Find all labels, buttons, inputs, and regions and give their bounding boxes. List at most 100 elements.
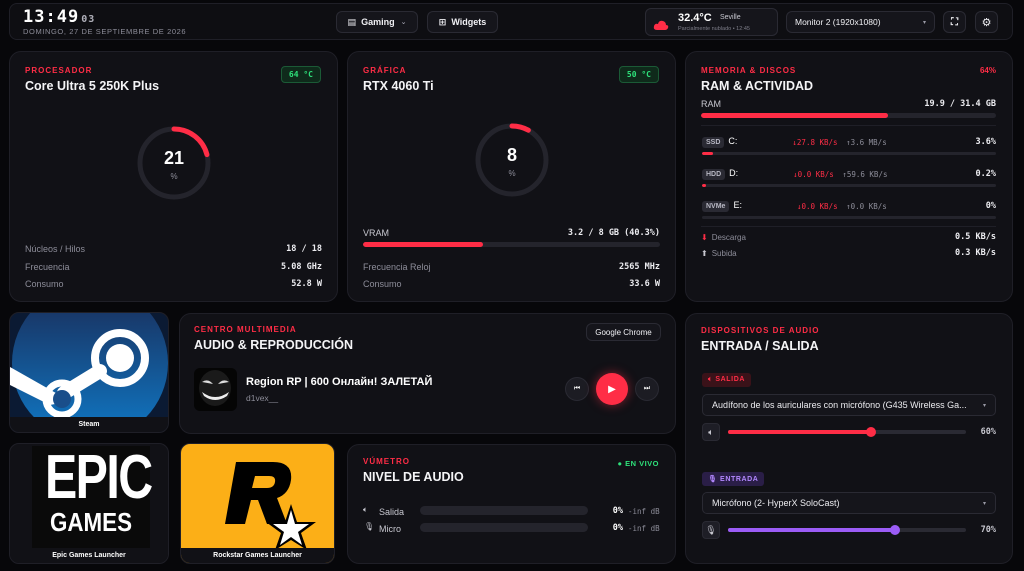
cpu-temp-badge: 64 °C	[280, 66, 321, 83]
output-meter-db: -inf dB	[628, 507, 660, 516]
cpu-card: PROCESADOR Core Ultra 5 250K Plus 64 °C …	[9, 51, 338, 302]
download-row: ⬇ Descarga 0.5 KB/s	[701, 232, 996, 242]
monitor-select-value: Monitor 2 (1920x1080)	[795, 17, 881, 27]
output-meter-label: Salida	[379, 507, 405, 517]
settings-button[interactable]: ⚙	[975, 11, 998, 33]
epic-logo-icon: EPIC GAMES	[32, 446, 153, 548]
vram-value: 3.2 / 8 GB (40.3%)	[567, 228, 660, 238]
live-label: EN VIVO	[625, 459, 659, 468]
upload-value: 0.3 KB/s	[955, 248, 996, 258]
chevron-down-icon: ⌄	[400, 19, 407, 26]
output-tag: 🔈︎ SALIDA	[702, 373, 752, 387]
speaker-icon: 🔈︎	[363, 505, 368, 514]
cpu-usage-value: 21	[163, 148, 185, 168]
mic-meter-pct: 0%	[612, 523, 623, 533]
disk-bar	[702, 216, 996, 219]
meter-title: NIVEL DE AUDIO	[363, 470, 464, 484]
disk-type-badge: HDD	[702, 169, 726, 180]
gpu-power-value: 33.6 W	[629, 279, 660, 289]
gpu-temp-badge: 50 °C	[618, 66, 659, 83]
monitor-select[interactable]: Monitor 2 (1920x1080) ▾	[786, 11, 935, 33]
steam-launcher-tile[interactable]: Steam	[9, 312, 169, 433]
memory-title: RAM & ACTIVIDAD	[701, 79, 814, 93]
input-tag: 🎙︎ ENTRADA	[702, 472, 765, 486]
ram-label: RAM	[701, 99, 721, 109]
mic-meter-label: Micro	[379, 524, 401, 534]
output-volume-value: 60%	[980, 427, 996, 437]
input-volume-fill	[728, 528, 895, 532]
vram-bar	[363, 242, 660, 247]
audio-section-label: DISPOSITIVOS DE AUDIO	[701, 326, 820, 335]
output-volume-handle	[865, 427, 876, 437]
gear-icon: ⚙	[981, 16, 992, 29]
media-title: AUDIO & REPRODUCCIÓN	[194, 338, 354, 352]
gpu-usage-unit: %	[508, 169, 516, 178]
media-source-button[interactable]: Google Chrome	[586, 323, 661, 341]
gpu-usage-value: 8	[506, 145, 517, 165]
output-meter-bar	[420, 506, 588, 515]
vram-bar-fill	[363, 242, 483, 247]
gpu-clock-value: 2565 MHz	[619, 262, 660, 272]
cpu-cores-value: 18 / 18	[286, 244, 322, 254]
media-card: CENTRO MULTIMEDIA AUDIO & REPRODUCCIÓN G…	[179, 313, 676, 434]
mic-meter-bar	[420, 523, 588, 532]
grid-icon: ⊞	[438, 16, 447, 27]
next-button[interactable]: ⏭	[635, 377, 659, 401]
fullscreen-button[interactable]: ⛶	[943, 11, 966, 33]
disk-bar	[702, 152, 996, 155]
input-mute-button[interactable]: 🎙︎	[702, 521, 720, 539]
rockstar-launcher-tile[interactable]: Rockstar Games Launcher	[180, 443, 335, 564]
profile-dropdown[interactable]: ▤ Gaming ⌄	[336, 11, 418, 33]
cpu-name: Core Ultra 5 250K Plus	[25, 79, 160, 93]
epic-label: Epic Games Launcher	[10, 548, 168, 563]
previous-button[interactable]: ⏮	[565, 377, 589, 401]
download-value: 0.5 KB/s	[955, 232, 996, 242]
chevron-down-icon: ▾	[982, 402, 986, 409]
clock-hm: 13:49	[23, 7, 80, 27]
input-volume-slider[interactable]	[728, 525, 966, 535]
audio-title: ENTRADA / SALIDA	[701, 339, 819, 353]
output-device-select[interactable]: Audífono de los auriculares con micrófon…	[702, 394, 996, 416]
cpu-freq-value: 5.08 GHz	[281, 262, 322, 272]
input-device-select[interactable]: Micrófono (2- HyperX SoloCast) ▾	[702, 492, 996, 514]
output-volume-slider[interactable]	[728, 427, 966, 437]
vram-row: VRAM 3.2 / 8 GB (40.3%)	[363, 228, 660, 238]
output-mute-button[interactable]: 🔈︎	[702, 423, 720, 441]
mic-meter-db: -inf dB	[628, 524, 660, 533]
input-device-value: Micrófono (2- HyperX SoloCast)	[712, 498, 840, 508]
cpu-cores-row: Núcleos / Hilos 18 / 18	[25, 244, 322, 254]
live-indicator: ● EN VIVO	[617, 459, 659, 468]
disk-read: ↓0.0 KB/s	[793, 169, 834, 179]
track-title: Region RP | 600 Онлайн! ЗАЛЕТАЙ	[246, 376, 433, 388]
live-dot-icon: ●	[617, 459, 623, 468]
disk-row-c: SSD C: ↓27.8 KB/s ↑3.6 MB/s 3.6%	[702, 136, 996, 160]
cpu-usage-unit: %	[170, 172, 178, 181]
vu-meter-card: VÚMETRO NIVEL DE AUDIO ● EN VIVO 🔈︎ Sali…	[347, 444, 676, 564]
input-volume-handle	[889, 525, 900, 535]
speaker-icon: 🔈︎	[708, 376, 713, 383]
download-label: Descarga	[711, 232, 746, 242]
weather-city: Seville	[720, 14, 741, 21]
input-tag-label: ENTRADA	[720, 476, 759, 483]
ram-value: 19.9 / 31.4 GB	[924, 99, 996, 109]
mic-icon: 🎙︎	[708, 476, 718, 483]
gpu-name: RTX 4060 Ti	[363, 79, 434, 93]
disk-letter: E:	[733, 200, 742, 210]
epic-launcher-tile[interactable]: EPIC GAMES Epic Games Launcher	[9, 443, 169, 564]
disk-type-badge: SSD	[702, 137, 725, 148]
track-artist: d1vex__	[246, 393, 279, 403]
date-label: DOMINGO, 27 DE SEPTIEMBRE DE 2026	[23, 27, 187, 36]
disk-row-d: HDD D: ↓0.0 KB/s ↑59.6 KB/s 0.2%	[702, 168, 996, 192]
next-icon: ⏭	[643, 385, 651, 392]
weather-desc: Parcialmente nublado • 12:45	[678, 26, 750, 32]
disk-bar	[702, 184, 996, 187]
upload-label: Subida	[711, 248, 737, 258]
clock-seconds: 03	[81, 14, 96, 25]
fullscreen-icon: ⛶	[951, 16, 958, 28]
cpu-power-row: Consumo 52.8 W	[25, 279, 322, 289]
play-button[interactable]: ▶	[596, 373, 628, 405]
cpu-section-label: PROCESADOR	[25, 66, 93, 75]
widgets-button[interactable]: ⊞ Widgets	[427, 11, 498, 33]
disk-write: ↑3.6 MB/s	[846, 137, 887, 147]
memory-percent: 64%	[979, 66, 996, 75]
